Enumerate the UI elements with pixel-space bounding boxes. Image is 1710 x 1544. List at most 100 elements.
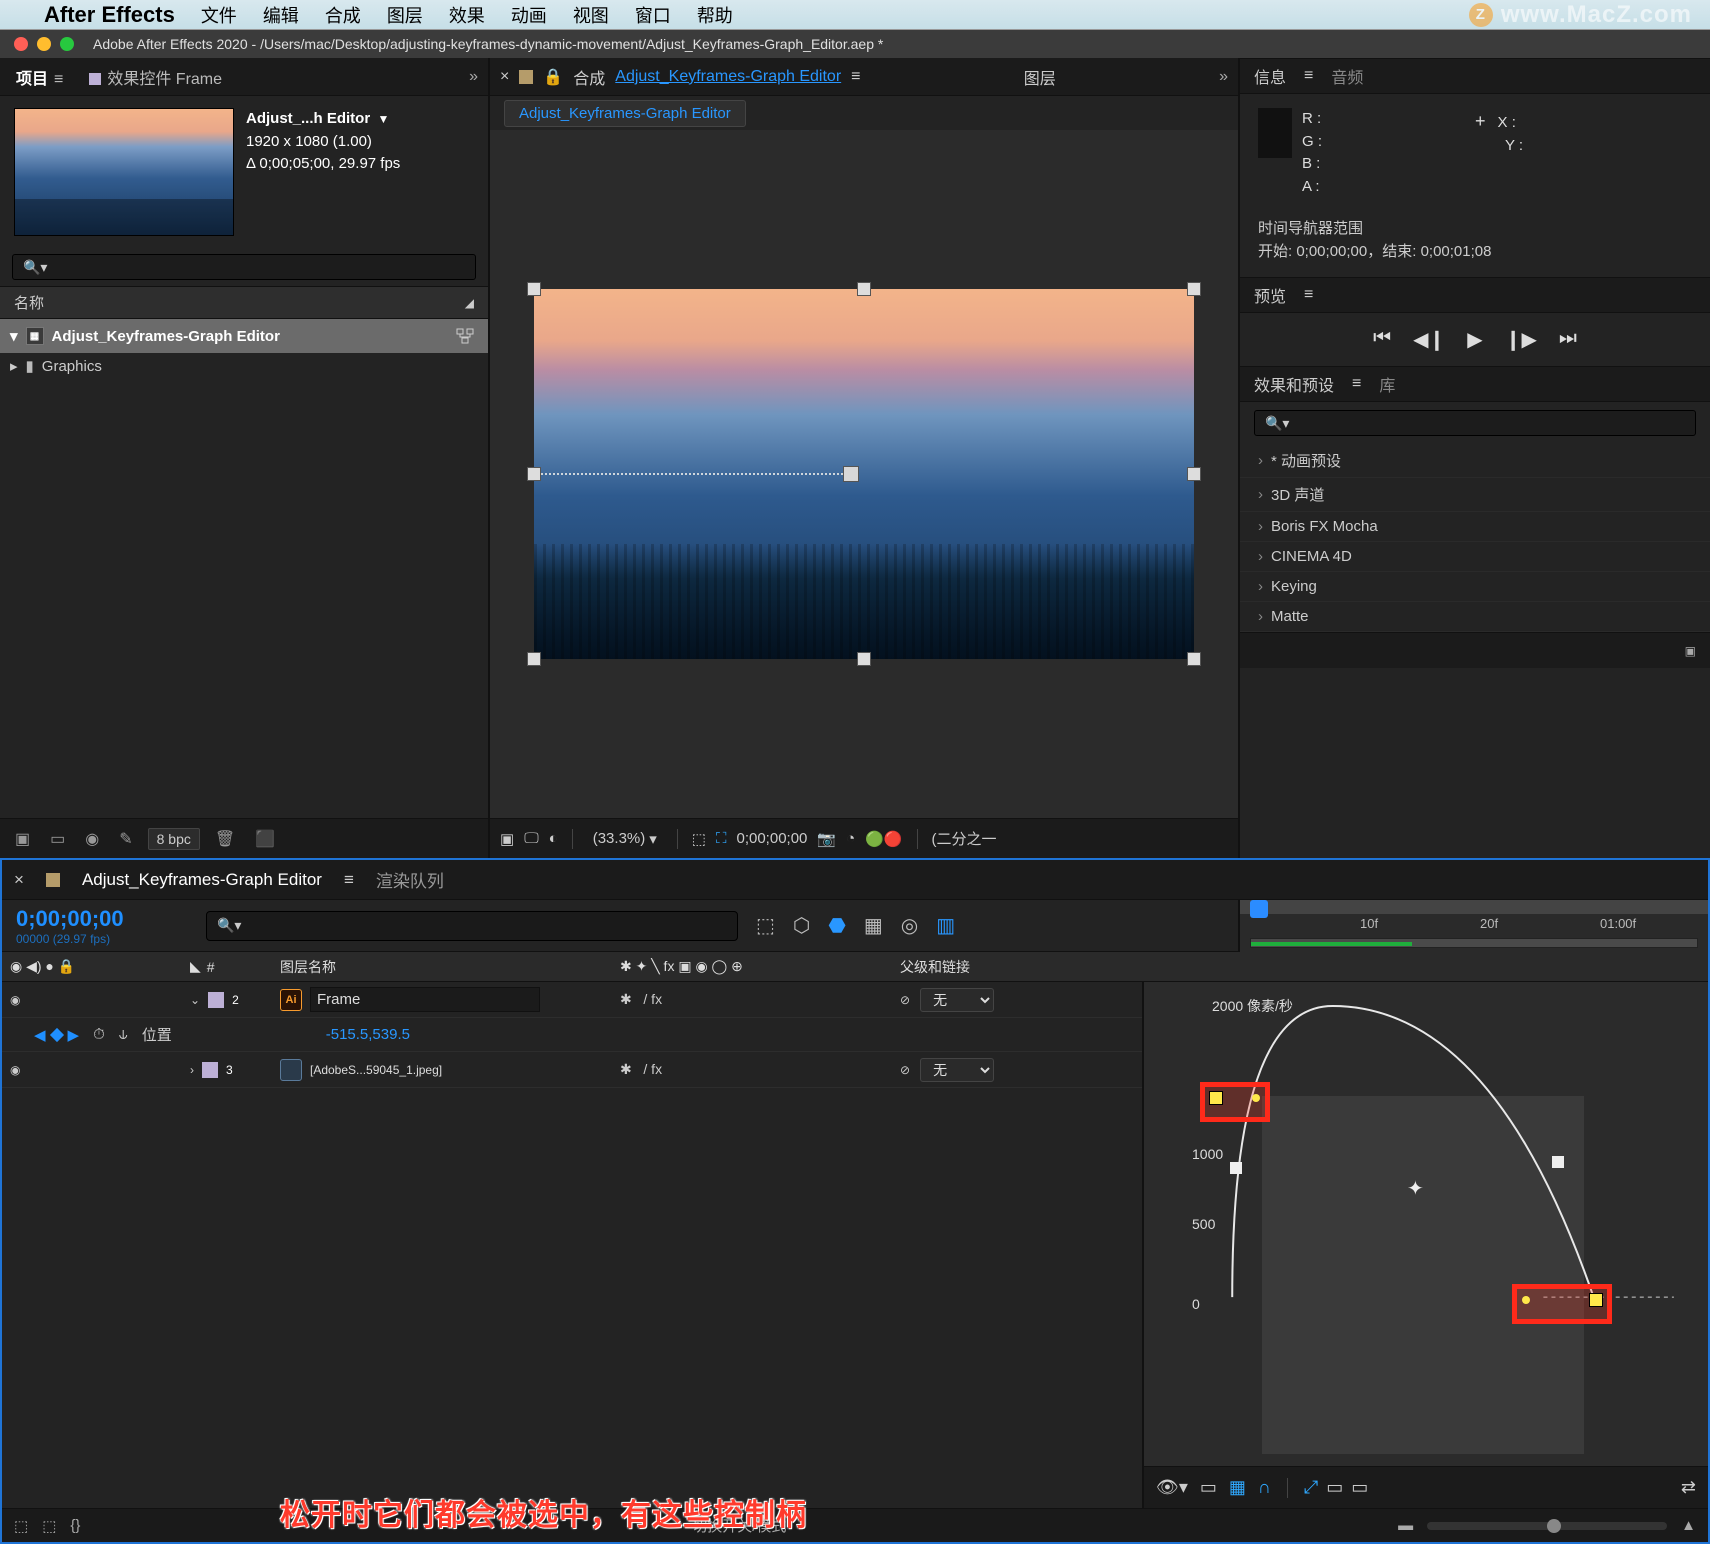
frame-blend-icon[interactable]: ▦ xyxy=(864,913,883,938)
layer-row[interactable]: ◉ › 3 [AdobeS...59045_1.jpeg] ✱ / fx ⊘ 无 xyxy=(2,1052,1142,1088)
draft3d-icon[interactable]: ⬡ xyxy=(793,913,810,938)
panel-menu-icon[interactable]: ≡ xyxy=(344,870,354,890)
tab-close-icon[interactable]: × xyxy=(500,68,509,86)
motion-path-keyframe[interactable] xyxy=(843,466,859,482)
keyframe-nav[interactable]: ◀ ▶ xyxy=(34,1026,79,1044)
effects-category[interactable]: Keying xyxy=(1240,572,1710,602)
effects-category[interactable]: * 动画预设 xyxy=(1240,444,1710,478)
motion-blur-icon[interactable]: ◎ xyxy=(901,913,918,938)
resolution-icon[interactable]: ⬚ xyxy=(692,830,706,848)
tab-audio[interactable]: 音频 xyxy=(1331,64,1363,88)
visibility-icon[interactable]: ◉ xyxy=(10,1063,20,1077)
tab-library[interactable]: 库 xyxy=(1379,372,1395,396)
transform-handle[interactable] xyxy=(1187,652,1201,666)
transform-handle[interactable] xyxy=(857,282,871,296)
property-row[interactable]: ◀ ▶ ⏱ ⫝ 位置 -515.5,539.5 xyxy=(2,1018,1142,1052)
mask-icon[interactable]: ◐ xyxy=(549,830,558,847)
menu-comp[interactable]: 合成 xyxy=(325,2,361,28)
work-area[interactable] xyxy=(1250,938,1698,948)
separate-dims-icon[interactable]: ⇄ xyxy=(1681,1477,1696,1498)
time-ruler[interactable]: 10f 20f 01:00f xyxy=(1238,900,1708,952)
interpret-footage-icon[interactable]: ▣ xyxy=(10,827,35,851)
expand-icon[interactable]: › xyxy=(190,1063,194,1077)
transform-handle[interactable] xyxy=(527,282,541,296)
expand-icon[interactable]: ⌄ xyxy=(190,993,200,1007)
toggle-icon[interactable]: ⬛ xyxy=(250,827,280,851)
tab-overflow-icon[interactable]: » xyxy=(469,68,478,86)
tab-effects[interactable]: 效果和预设 xyxy=(1254,372,1334,396)
composition-viewer[interactable] xyxy=(490,130,1238,818)
transform-handle[interactable] xyxy=(527,652,541,666)
menu-view[interactable]: 视图 xyxy=(573,2,609,28)
prop-value[interactable]: -515.5,539.5 xyxy=(326,1026,410,1043)
graph-keyframe[interactable] xyxy=(1230,1162,1242,1174)
prev-frame-icon[interactable]: ◀❙ xyxy=(1413,327,1445,352)
current-timecode[interactable]: 0;00;00;00 xyxy=(16,906,188,932)
snap-icon[interactable]: ∩ xyxy=(1258,1477,1271,1498)
layer-name-input[interactable] xyxy=(310,987,540,1012)
tab-layer[interactable]: 图层 xyxy=(1024,65,1056,89)
zoom-slider[interactable] xyxy=(1427,1522,1667,1530)
tab-effect-controls[interactable]: 效果控件 Frame xyxy=(83,61,228,93)
new-bin-icon[interactable]: ▣ xyxy=(1685,644,1696,658)
parent-dropdown[interactable]: 无 xyxy=(920,1058,994,1082)
zoom-dropdown[interactable]: (33.3%) ▾ xyxy=(587,828,663,850)
effects-category[interactable]: 3D 声道 xyxy=(1240,478,1710,512)
trash-icon[interactable]: 🗑 xyxy=(210,827,240,851)
menu-window[interactable]: 窗口 xyxy=(635,2,671,28)
resolution-dropdown[interactable]: (二分之一 xyxy=(932,828,997,849)
zoom-in-icon[interactable]: ▲ xyxy=(1681,1517,1696,1534)
tab-close-icon[interactable]: × xyxy=(14,870,24,890)
choose-props-icon[interactable]: 👁▾ xyxy=(1156,1477,1188,1498)
layer-color-icon[interactable] xyxy=(208,992,224,1008)
label-icon[interactable]: ◣ xyxy=(190,958,201,975)
effects-category[interactable]: Boris FX Mocha xyxy=(1240,512,1710,542)
tab-overflow-icon[interactable]: » xyxy=(1219,68,1228,86)
timeline-search-input[interactable] xyxy=(206,911,738,941)
graph-options-icon[interactable]: ▭ xyxy=(1200,1477,1217,1498)
toggle-modes-icon[interactable]: ⬚ xyxy=(42,1517,56,1535)
parent-dropdown[interactable]: 无 xyxy=(920,988,994,1012)
current-time[interactable]: 0;00;00;00 xyxy=(736,830,807,847)
layer-row[interactable]: ◉ ⌄ 2 Ai ✱ / fx ⊘ 无 xyxy=(2,982,1142,1018)
project-item-folder[interactable]: ▸ ▮ Graphics xyxy=(0,353,488,379)
project-list-header[interactable]: 名称 ◢ xyxy=(0,286,488,319)
last-frame-icon[interactable]: ⏭ xyxy=(1559,327,1577,352)
comp-flowchart-icon[interactable]: ⬚ xyxy=(756,913,775,938)
project-item-comp[interactable]: ▾ ▦ Adjust_Keyframes-Graph Editor xyxy=(0,319,488,353)
menu-file[interactable]: 文件 xyxy=(201,2,237,28)
show-transform-box-icon[interactable]: ▦ xyxy=(1229,1477,1246,1498)
expand-icon[interactable]: ▾ xyxy=(10,327,18,345)
transform-handle[interactable] xyxy=(1187,282,1201,296)
av-features-icon[interactable]: ◉ ◀) ● 🔒 xyxy=(10,958,75,975)
effects-search-input[interactable] xyxy=(1254,410,1696,436)
comp-breadcrumb[interactable]: Adjust_Keyframes-Graph Editor xyxy=(504,100,746,127)
channel-icon[interactable]: ◔ xyxy=(846,830,855,847)
graph-toggle-icon[interactable]: ⫝ xyxy=(119,1026,128,1043)
menu-anim[interactable]: 动画 xyxy=(511,2,547,28)
dropdown-icon[interactable]: ▼ xyxy=(374,112,389,126)
graph-editor-icon[interactable]: ▥ xyxy=(936,913,955,938)
tab-timeline-active[interactable]: Adjust_Keyframes-Graph Editor xyxy=(82,870,322,890)
transform-handle[interactable] xyxy=(857,652,871,666)
monitor-icon[interactable]: 🖵 xyxy=(524,830,538,847)
tab-comp-active[interactable]: Adjust_Keyframes-Graph Editor xyxy=(615,68,841,86)
grid-icon[interactable]: ⛶ xyxy=(716,830,727,847)
layer-switches[interactable]: ✱ / fx xyxy=(612,1061,892,1078)
toggle-alpha-icon[interactable]: ▣ xyxy=(500,830,514,848)
graph-editor[interactable]: 2000 像素/秒 1000 500 0 ✦ xyxy=(1142,982,1708,1508)
play-icon[interactable]: ▶ xyxy=(1467,327,1482,352)
tab-preview[interactable]: 预览 xyxy=(1254,283,1286,307)
lock-icon[interactable]: 🔒 xyxy=(543,67,563,87)
menu-layer[interactable]: 图层 xyxy=(387,2,423,28)
auto-zoom-icon[interactable]: ⤢ xyxy=(1304,1477,1318,1498)
minimize-icon[interactable] xyxy=(37,37,51,51)
panel-menu-icon[interactable]: ≡ xyxy=(851,68,860,86)
layer-color-icon[interactable] xyxy=(202,1062,218,1078)
fit-all-icon[interactable]: ▭ xyxy=(1351,1477,1368,1498)
zoom-out-icon[interactable]: ▬ xyxy=(1398,1517,1413,1534)
brush-icon[interactable]: ✎ xyxy=(114,827,137,851)
effects-category[interactable]: Matte xyxy=(1240,602,1710,632)
color-mgmt-icon[interactable]: 🟢🔴 xyxy=(865,830,902,848)
stopwatch-icon[interactable]: ⏱ xyxy=(93,1026,105,1043)
